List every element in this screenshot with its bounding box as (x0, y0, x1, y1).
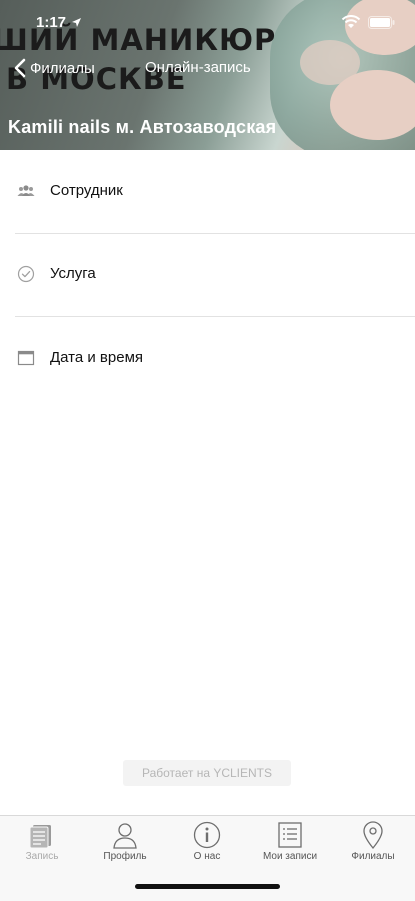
battery-icon (368, 16, 395, 29)
my-records-icon (278, 822, 302, 848)
tab-about[interactable]: О нас (167, 820, 247, 862)
branch-name: Kamili nails м. Автозаводская (8, 117, 277, 137)
status-time: 1:17 (36, 14, 67, 31)
people-icon (17, 185, 35, 196)
divider (15, 316, 415, 317)
info-icon (193, 821, 221, 849)
list-item-datetime[interactable]: Дата и время (0, 349, 415, 431)
tab-label: О нас (193, 851, 221, 862)
tab-booking[interactable]: Запись (2, 820, 82, 862)
tab-label: Филиалы (351, 851, 395, 862)
tab-label: Профиль (103, 851, 147, 862)
booking-list-icon (29, 825, 51, 849)
divider (15, 233, 415, 234)
chevron-left-icon (14, 58, 26, 78)
tab-my-records[interactable]: Мои записи (250, 820, 330, 862)
list-item-label: Сотрудник (50, 182, 123, 199)
nav-title: Онлайн-запись (145, 59, 251, 76)
tab-label: Мои записи (262, 851, 318, 862)
list-item-label: Услуга (50, 265, 96, 282)
powered-by-badge[interactable]: Работает на YCLIENTS (123, 760, 291, 786)
wifi-icon (341, 15, 361, 28)
navigation-bar: Филиалы Онлайн-запись (0, 58, 415, 82)
profile-icon (113, 823, 137, 849)
check-circle-icon (17, 265, 35, 283)
status-bar: 1:17 (0, 14, 415, 34)
list-item-service[interactable]: Услуга (0, 265, 415, 347)
list-item-label: Дата и время (50, 349, 144, 366)
home-indicator[interactable] (135, 884, 280, 889)
tab-branches[interactable]: Филиалы (333, 820, 413, 862)
list-item-employee[interactable]: Сотрудник (0, 182, 415, 264)
location-arrow-icon (72, 18, 81, 27)
location-pin-icon (363, 821, 383, 850)
header-banner: ШИЙ МАНИКЮР В МОСКВЕ 1:17 Филиалы Онлайн… (0, 0, 415, 150)
calendar-icon (17, 350, 35, 366)
tab-label: Запись (25, 851, 59, 862)
tab-profile[interactable]: Профиль (85, 820, 165, 862)
back-button-label: Филиалы (30, 59, 95, 77)
back-button[interactable]: Филиалы (14, 58, 95, 78)
